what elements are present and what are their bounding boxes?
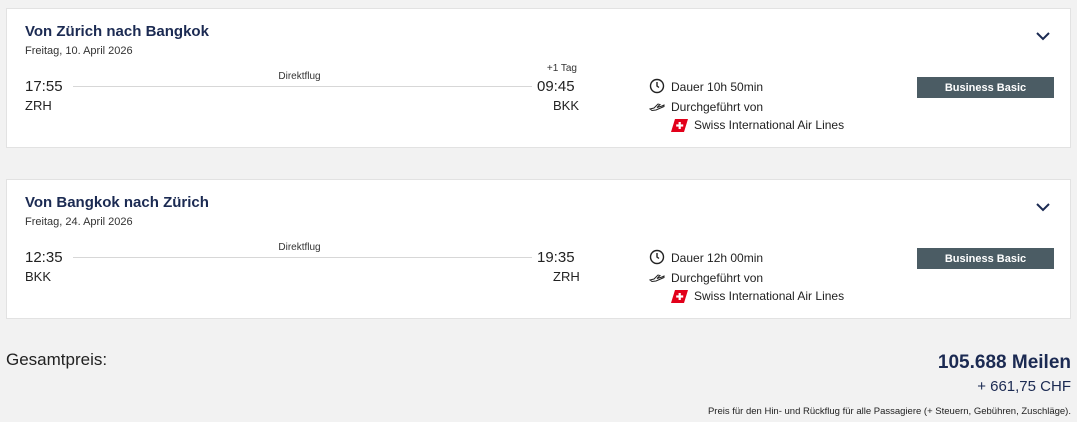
arrival-time: 09:45	[537, 78, 575, 95]
clock-icon	[649, 78, 665, 94]
chevron-down-icon[interactable]	[1034, 27, 1052, 45]
arrival-airport: ZRH	[553, 269, 580, 284]
departure-airport: BKK	[25, 269, 52, 284]
direct-flight-label: Direktflug	[278, 71, 321, 82]
airline-name: Swiss International Air Lines	[694, 289, 845, 303]
airline-name: Swiss International Air Lines	[694, 118, 845, 132]
route-line	[73, 257, 532, 258]
flight-title: Von Zürich nach Bangkok	[25, 23, 209, 40]
flight-date: Freitag, 10. April 2026	[25, 45, 133, 57]
total-miles: 105.688 Meilen	[937, 352, 1071, 373]
flight-date: Freitag, 24. April 2026	[25, 216, 133, 228]
departure-time: 17:55	[25, 78, 63, 95]
airline-info: Swiss International Air Lines	[671, 289, 844, 303]
price-note: Preis für den Hin- und Rückflug für alle…	[707, 406, 1071, 417]
fare-class-button[interactable]: Business Basic	[917, 248, 1054, 269]
clock-icon	[649, 249, 665, 265]
swiss-flag-icon	[671, 289, 688, 303]
flight-card-return: Von Bangkok nach Zürich Freitag, 24. Apr…	[6, 179, 1071, 319]
flight-title: Von Bangkok nach Zürich	[25, 194, 209, 211]
flight-duration: Dauer 10h 50min	[671, 80, 764, 94]
arrival-time: 19:35	[537, 249, 575, 266]
airline-info: Swiss International Air Lines	[671, 118, 844, 132]
plane-icon	[649, 274, 665, 283]
arrival-airport: BKK	[553, 98, 580, 113]
swiss-flag-icon	[671, 118, 688, 132]
plane-icon	[649, 103, 665, 112]
fare-class-button[interactable]: Business Basic	[917, 77, 1054, 98]
route-line	[73, 86, 532, 87]
direct-flight-label: Direktflug	[278, 242, 321, 253]
total-chf: + 661,75 CHF	[977, 378, 1071, 395]
departure-airport: ZRH	[25, 98, 52, 113]
operated-by-label: Durchgeführt von	[671, 100, 764, 114]
next-day-indicator: +1 Tag	[546, 63, 577, 74]
operated-by-label: Durchgeführt von	[671, 271, 764, 285]
flight-duration: Dauer 12h 00min	[671, 251, 764, 265]
total-price-label: Gesamtpreis:	[6, 350, 108, 369]
flight-card-outbound: Von Zürich nach Bangkok Freitag, 10. Apr…	[6, 8, 1071, 148]
departure-time: 12:35	[25, 249, 63, 266]
chevron-down-icon[interactable]	[1034, 198, 1052, 216]
